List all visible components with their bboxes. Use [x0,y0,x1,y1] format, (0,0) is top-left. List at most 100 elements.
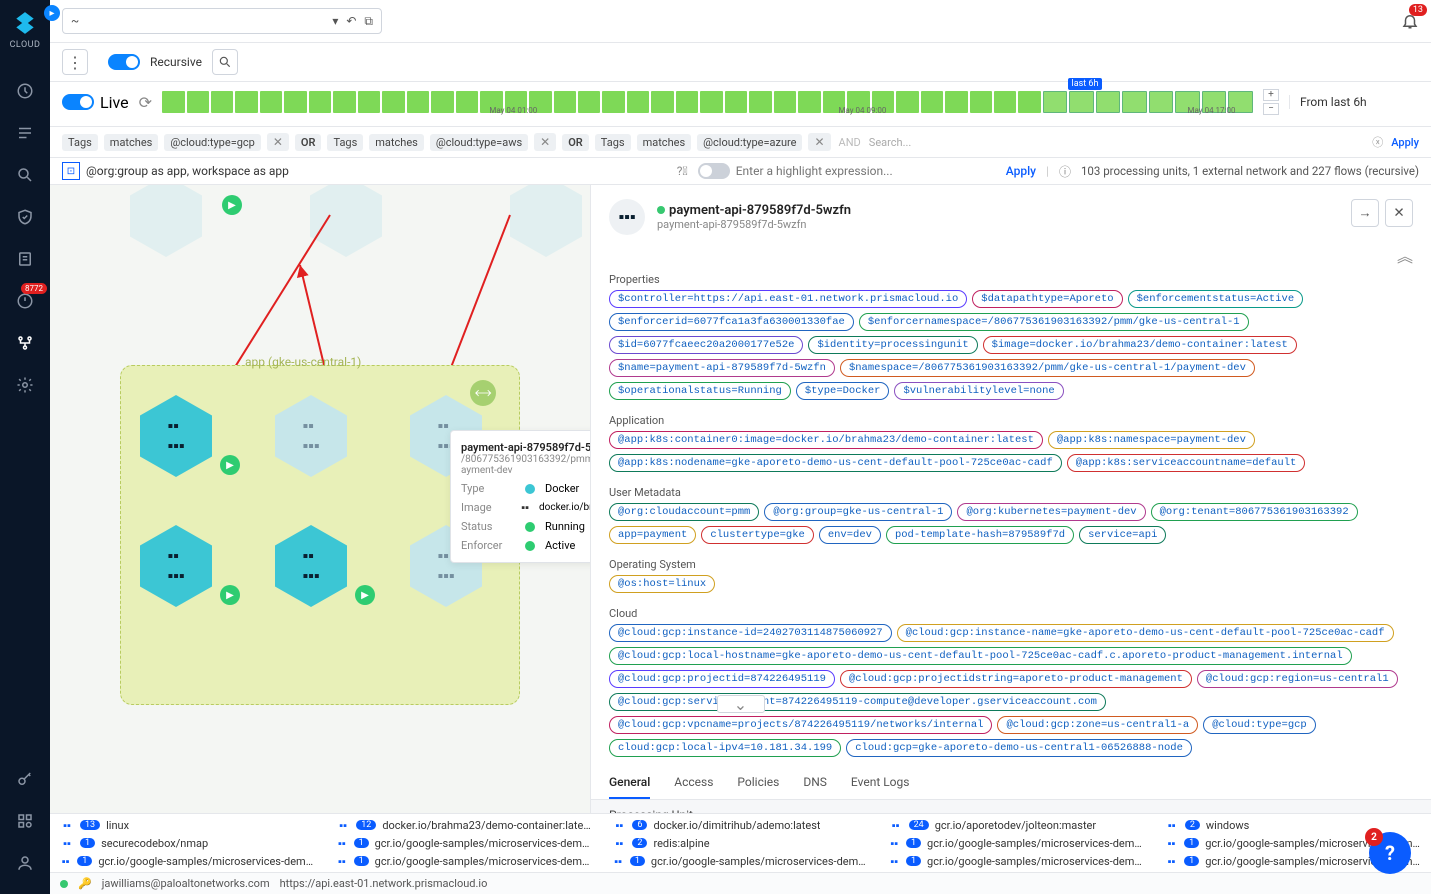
property-tag[interactable]: $operationalstatus=Running [609,382,791,400]
property-tag[interactable]: @cloud:gcp:instance-name=gke-aporeto-dem… [897,624,1394,642]
nav-alerts[interactable]: 8772 [0,280,50,322]
property-tag[interactable]: $id=6077fcaeec20a2000177e52e [609,336,803,354]
detail-tab[interactable]: Policies [737,775,779,799]
filter-search-input[interactable]: Search... [869,136,1364,149]
property-tag[interactable]: @app:k8s:nodename=gke-aporeto-demo-us-ce… [609,454,1062,472]
refresh-icon[interactable]: ⟳ [139,93,152,112]
recursive-toggle[interactable] [108,54,140,70]
filter-chip[interactable]: Tags [62,134,98,151]
property-tag[interactable]: @cloud:gcp:region=us-central1 [1197,670,1398,688]
remove-chip-icon[interactable]: ✕ [808,133,830,151]
nav-list[interactable] [0,112,50,154]
timeline-zoom-out[interactable]: − [1263,103,1279,115]
property-tag[interactable]: @app:k8s:serviceaccountname=default [1067,454,1306,472]
property-tag[interactable]: $identity=processingunit [808,336,977,354]
property-tag[interactable]: cloud:gcp=gke-aporeto-demo-us-central1-0… [846,739,1192,757]
sidebar-expand-icon[interactable]: ▸ [44,5,60,21]
remove-chip-icon[interactable]: ✕ [267,133,289,151]
legend-item[interactable]: ▪▪1gcr.io/google-samples/microservices-d… [60,854,316,868]
property-tag[interactable]: $controller=https://api.east-01.network.… [609,290,967,308]
play-icon[interactable]: ▶ [220,585,240,605]
panel-collapse-caret[interactable]: ⌄ [717,695,765,713]
property-tag[interactable]: @cloud:gcp:projectid=874226495119 [609,670,835,688]
property-tag[interactable]: cloud:gcp:local-ipv4=10.181.34.199 [609,739,841,757]
property-tag[interactable]: $image=docker.io/brahma23/demo-container… [983,336,1297,354]
property-tag[interactable]: @org:group=gke-us-central-1 [764,503,952,521]
property-tag[interactable]: $name=payment-api-879589f7d-5wzfn [609,359,835,377]
filter-chip[interactable]: matches [637,134,692,151]
undo-icon[interactable]: ↶ [346,14,356,29]
legend-item[interactable]: ▪▪6docker.io/dimitrihub/ademo:latest [612,818,868,832]
play-icon[interactable]: ▶ [355,585,375,605]
property-tag[interactable]: @cloud:gcp:vpcname=projects/874226495119… [609,716,992,734]
nav-search[interactable] [0,154,50,196]
property-tag[interactable]: @cloud:gcp:local-hostname=gke-aporeto-de… [609,647,1352,665]
legend-item[interactable]: ▪▪13linux [60,818,316,832]
property-tag[interactable]: $enforcernamespace=/806775361903163392/p… [859,313,1249,331]
property-tag[interactable]: app=payment [609,526,696,544]
filter-chip[interactable]: matches [369,134,424,151]
filter-chip[interactable]: Tags [595,134,631,151]
filter-chip[interactable]: @cloud:type=azure [697,134,802,151]
detail-tab[interactable]: General [609,775,650,799]
live-toggle[interactable] [62,94,94,110]
nav-settings[interactable] [0,364,50,406]
filter-chip[interactable]: @cloud:type=aws [430,134,528,151]
property-tag[interactable]: $enforcerid=6077fca1a3fa630001330fae [609,313,854,331]
topology-graph[interactable]: ▶ app (gke-us-central-1) ▪▪▪▪▪ ▪▪▪▪▪ ▪▪▪… [50,185,590,813]
property-tag[interactable]: @cloud:gcp:instance-id=24027031148750609… [609,624,892,642]
detail-tab[interactable]: Event Logs [851,775,910,799]
nav-report[interactable] [0,238,50,280]
property-tag[interactable]: pod-template-hash=879589f7d [886,526,1074,544]
legend-item[interactable]: ▪▪1securecodebox/nmap [60,836,316,850]
nav-user[interactable] [0,842,50,884]
legend-item[interactable]: ▪▪1gcr.io/google-samples/microservices-d… [336,854,592,868]
filter-chip[interactable]: matches [104,134,159,151]
more-menu-icon[interactable]: ⋮ [62,49,88,75]
nav-topology[interactable] [0,322,50,364]
caret-down-icon[interactable]: ▾ [332,14,338,29]
property-tag[interactable]: @app:k8s:namespace=payment-dev [1048,431,1255,449]
detail-tab[interactable]: Access [674,775,713,799]
legend-item[interactable]: ▪▪1gcr.io/google-samples/microservices-d… [889,836,1145,850]
nav-key[interactable] [0,758,50,800]
legend-item[interactable]: ▪▪1gcr.io/google-samples/microservices-d… [612,854,868,868]
highlight-input[interactable] [736,164,996,178]
legend-item[interactable]: ▪▪1gcr.io/google-samples/microservices-d… [336,836,592,850]
highlight-toggle[interactable] [698,163,730,179]
legend-item[interactable]: ▪▪12docker.io/brahma23/demo-container:la… [336,818,592,832]
property-tag[interactable]: @org:cloudaccount=pmm [609,503,759,521]
legend-item[interactable]: ▪▪2windows [1165,818,1421,832]
namespace-path-input[interactable]: ~ ▾ ↶ ⧉ [62,8,382,34]
property-tag[interactable]: clustertype=gke [701,526,814,544]
highlight-apply-button[interactable]: Apply [1006,164,1036,178]
timeline[interactable]: May 04 01:00 May 04 09:00 May 04 17:00 l… [162,86,1253,118]
notifications-bell-icon[interactable]: 13 [1401,12,1419,30]
play-icon[interactable]: ▶ [222,195,242,215]
clear-filters-icon[interactable]: ⓧ [1372,134,1383,150]
property-tag[interactable]: @app:k8s:container0:image=docker.io/brah… [609,431,1043,449]
property-tag[interactable]: @org:tenant=806775361903163392 [1151,503,1358,521]
property-tag[interactable]: $datapathtype=Aporeto [972,290,1122,308]
nav-shield[interactable] [0,196,50,238]
filter-chip[interactable]: @cloud:type=gcp [164,134,260,151]
property-tag[interactable]: @cloud:gcp:serviceaccount=874226495119-c… [609,693,1106,711]
nav-apps[interactable] [0,800,50,842]
legend-item[interactable]: ▪▪1gcr.io/google-samples/microservices-d… [889,854,1145,868]
search-icon[interactable] [212,49,238,75]
property-tag[interactable]: @cloud:type=gcp [1203,716,1316,734]
filter-apply-button[interactable]: Apply [1391,136,1419,149]
property-tag[interactable]: @os:host=linux [609,575,715,593]
legend-item[interactable]: ▪▪24gcr.io/aporetodev/jolteon:master [889,818,1145,832]
property-tag[interactable]: @cloud:gcp:projectidstring=aporeto-produ… [840,670,1192,688]
legend-item[interactable]: ▪▪2redis:alpine [612,836,868,850]
property-tag[interactable]: @cloud:gcp:zone=us-central1-a [997,716,1198,734]
property-tag[interactable]: @org:kubernetes=payment-dev [957,503,1145,521]
filter-chip[interactable]: Tags [327,134,363,151]
property-tag[interactable]: $namespace=/806775361903163392/pmm/gke-u… [840,359,1255,377]
nav-dashboard[interactable] [0,70,50,112]
detail-tab[interactable]: DNS [803,775,827,799]
help-fab[interactable]: ? 2 [1369,832,1411,874]
grouping-icon[interactable]: ⊡ [62,162,80,180]
detail-close-button[interactable]: ✕ [1385,199,1413,227]
